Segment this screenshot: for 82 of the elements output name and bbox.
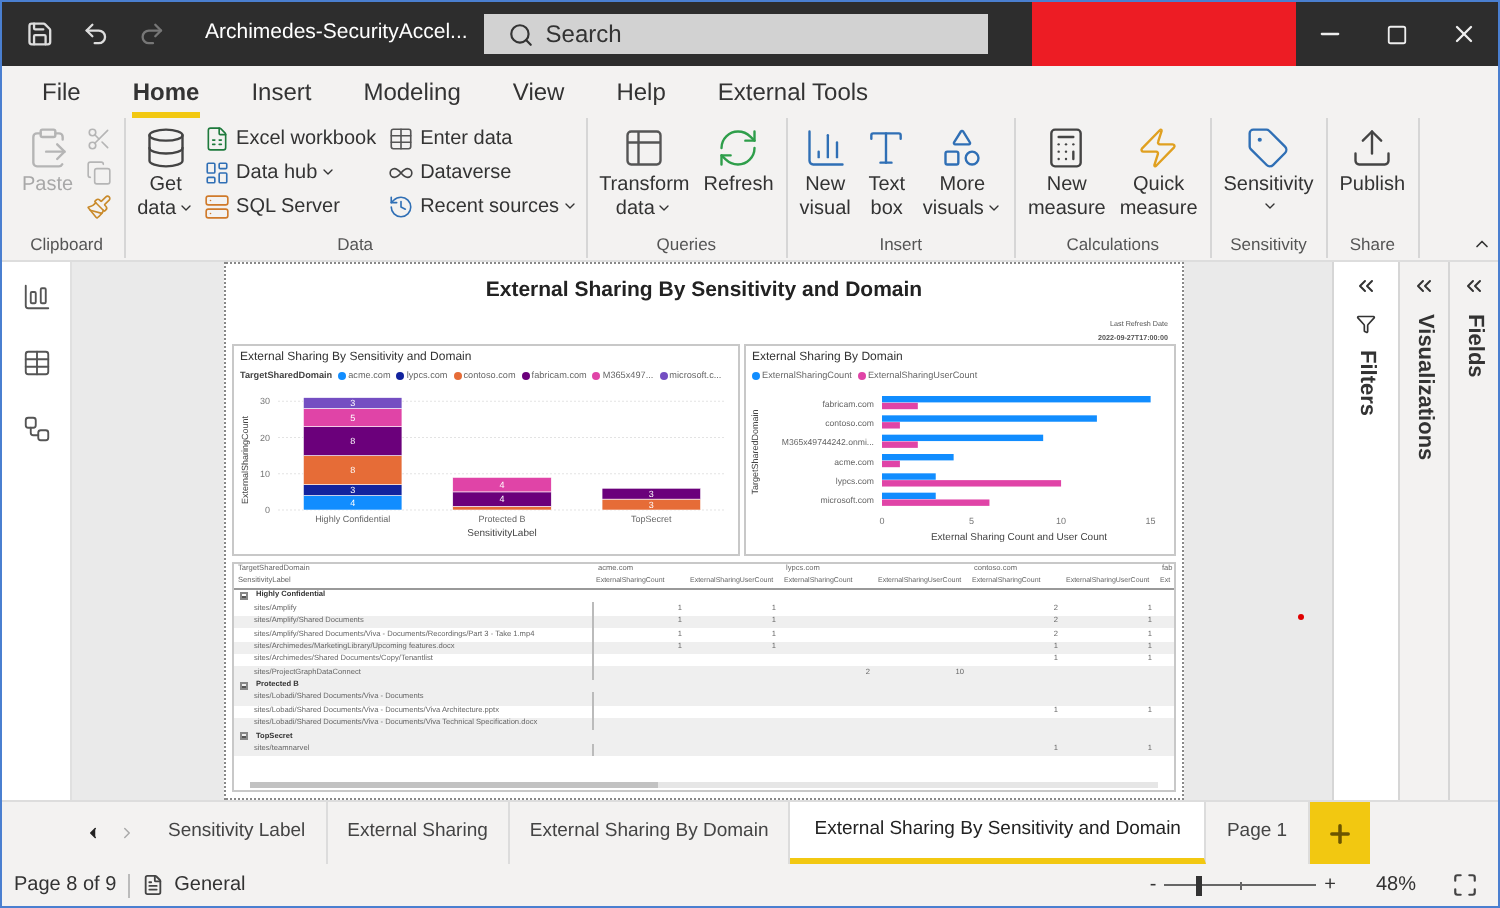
expand-icon[interactable]: [1462, 274, 1486, 298]
ribbon-button[interactable]: Data hub: [204, 156, 377, 190]
ribbon-tab[interactable]: File: [42, 70, 81, 118]
lightning-icon: [1136, 126, 1181, 170]
add-page-button[interactable]: [1309, 802, 1370, 864]
zoom-reading: 48%: [1376, 872, 1419, 900]
pane-label: Filters: [1352, 350, 1381, 417]
group-label: Data: [337, 232, 374, 258]
pane-label: Fields: [1460, 314, 1489, 378]
bar-chart-icon: [803, 126, 848, 170]
previous-page-icon[interactable]: [84, 824, 102, 842]
refresh-icon: [716, 126, 761, 170]
group-label: Sensitivity: [1230, 232, 1307, 258]
ribbon-icon-button[interactable]: [83, 190, 116, 224]
group-label: Share: [1349, 232, 1396, 258]
scrollbar[interactable]: [250, 782, 1158, 788]
database-icon: [143, 126, 188, 170]
ribbon-button[interactable]: Quick measure: [1115, 122, 1202, 222]
fit-page-icon[interactable]: [1452, 872, 1478, 898]
ribbon-button[interactable]: Excel workbook: [204, 122, 377, 156]
search-icon: [507, 21, 534, 47]
redo-icon[interactable]: [137, 20, 165, 48]
save-icon[interactable]: [26, 20, 54, 48]
spreadsheet-icon: [204, 126, 231, 152]
brush-icon: [86, 194, 113, 220]
ribbon-button[interactable]: SQL Server: [204, 190, 377, 224]
expand-toggle[interactable]: [240, 592, 248, 601]
dashboard-icon: [204, 160, 231, 186]
window-title: Archimedes-SecurityAccel...: [204, 18, 468, 49]
ribbon-button[interactable]: Dataverse: [388, 156, 578, 190]
report-icon[interactable]: [21, 282, 51, 312]
ribbon-button[interactable]: Get data: [133, 122, 199, 222]
maximize-icon: [1386, 23, 1409, 45]
expand-icon[interactable]: [1354, 274, 1378, 298]
ribbon-tab[interactable]: Modeling: [363, 70, 461, 118]
ribbon-tab[interactable]: External Tools: [717, 70, 869, 118]
ribbon-button[interactable]: Enter data: [388, 122, 578, 156]
sensitivity-label: General: [174, 872, 246, 900]
ribbon-button[interactable]: Sensitivity: [1219, 122, 1318, 214]
slider-thumb[interactable]: [1195, 875, 1202, 895]
ribbon-button[interactable]: Publish: [1335, 122, 1410, 198]
filter-icon: [1356, 314, 1376, 334]
upload-icon: [1350, 126, 1395, 170]
copy-icon: [86, 160, 113, 186]
report-title: External Sharing By Sensitivity and Domain: [485, 276, 923, 307]
ribbon-button[interactable]: Transform data: [595, 122, 694, 222]
group-label: Clipboard: [30, 232, 103, 258]
zoom-in-button[interactable]: +: [1320, 870, 1340, 900]
server-icon: [204, 194, 231, 220]
pane-label: Visualizations: [1410, 314, 1439, 461]
zoom-out-button[interactable]: -: [1145, 870, 1161, 900]
scissors-icon: [86, 126, 113, 152]
ribbon-button[interactable]: Text box: [860, 122, 913, 222]
expand-toggle[interactable]: [240, 732, 248, 741]
expand-icon[interactable]: [1412, 274, 1436, 298]
ribbon-button[interactable]: New visual: [795, 122, 855, 222]
zoom-slider[interactable]: [1164, 875, 1317, 895]
ribbon-button[interactable]: Recent sources: [388, 190, 578, 224]
tag-icon: [1246, 126, 1291, 170]
group-label: Insert: [879, 232, 922, 258]
history-icon: [388, 194, 415, 220]
ribbon-tab[interactable]: Help: [616, 70, 666, 118]
ribbon-tab[interactable]: View: [512, 70, 565, 118]
expand-toggle[interactable]: [240, 681, 248, 690]
page-tab[interactable]: External Sharing By Sensitivity and Domain: [790, 802, 1207, 864]
group-label: Calculations: [1066, 232, 1159, 258]
ribbon-button[interactable]: New measure: [1023, 122, 1110, 222]
side-pane[interactable]: Filters: [1332, 262, 1398, 800]
ribbon-tab[interactable]: Insert: [251, 70, 312, 118]
shapes-icon: [940, 126, 985, 170]
ribbon-button[interactable]: Refresh: [699, 122, 778, 198]
search-field[interactable]: Search: [483, 14, 988, 54]
table-icon[interactable]: [21, 348, 51, 378]
model-icon[interactable]: [21, 414, 51, 444]
ribbon-button[interactable]: More visuals: [918, 122, 1006, 222]
table-icon: [388, 126, 415, 152]
table-icon: [622, 126, 667, 170]
document-icon: [142, 874, 165, 896]
group-label: Queries: [656, 232, 717, 258]
undo-icon[interactable]: [81, 20, 110, 48]
page-indicator: Page 8 of 9: [14, 872, 117, 900]
add-icon: [1325, 819, 1354, 847]
